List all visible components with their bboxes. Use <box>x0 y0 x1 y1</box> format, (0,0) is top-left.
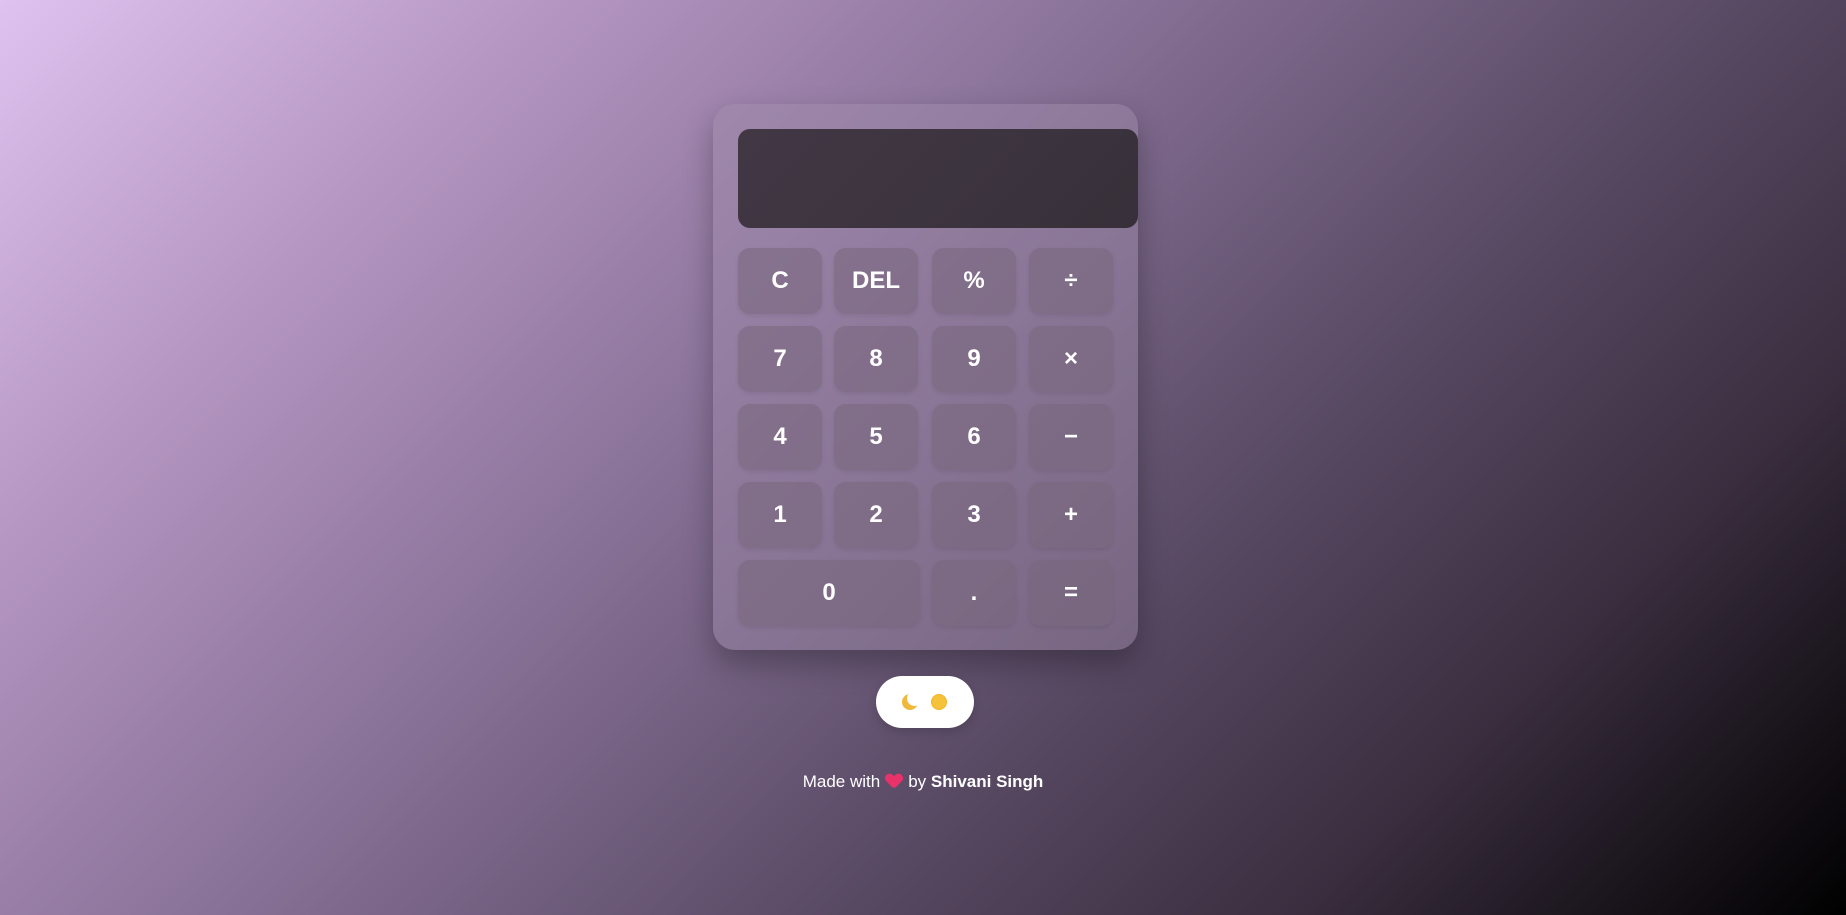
digit-8-button[interactable]: 8 <box>834 326 918 392</box>
footer-prefix: Made with <box>802 772 881 791</box>
divide-button[interactable]: ÷ <box>1029 248 1113 314</box>
digit-1-button[interactable]: 1 <box>738 482 822 548</box>
equals-button[interactable]: = <box>1029 560 1113 626</box>
sun-icon <box>929 692 949 712</box>
digit-7-button[interactable]: 7 <box>738 326 822 392</box>
plus-button[interactable]: + <box>1029 482 1113 548</box>
digit-0-button[interactable]: 0 <box>738 560 920 626</box>
digit-6-button[interactable]: 6 <box>932 404 1016 470</box>
delete-button[interactable]: DEL <box>834 248 918 314</box>
footer-author: Shivani Singh <box>930 772 1044 791</box>
calculator-display <box>738 129 1138 228</box>
calculator: C DEL % ÷ 7 8 9 × 4 5 6 − 1 2 3 + 0 . = <box>713 104 1138 650</box>
moon-icon <box>901 691 922 711</box>
digit-5-button[interactable]: 5 <box>834 404 918 470</box>
clear-button[interactable]: C <box>738 248 822 314</box>
decimal-button[interactable]: . <box>932 560 1016 626</box>
digit-4-button[interactable]: 4 <box>738 404 822 470</box>
digit-2-button[interactable]: 2 <box>834 482 918 548</box>
heart-icon <box>886 774 902 788</box>
minus-button[interactable]: − <box>1029 404 1113 470</box>
footer-credit: Made with by Shivani Singh <box>0 772 1846 792</box>
digit-9-button[interactable]: 9 <box>932 326 1016 392</box>
footer-by: by <box>908 772 927 791</box>
digit-3-button[interactable]: 3 <box>932 482 1016 548</box>
theme-toggle-button[interactable] <box>876 676 974 728</box>
multiply-button[interactable]: × <box>1029 326 1113 392</box>
percent-button[interactable]: % <box>932 248 1016 314</box>
